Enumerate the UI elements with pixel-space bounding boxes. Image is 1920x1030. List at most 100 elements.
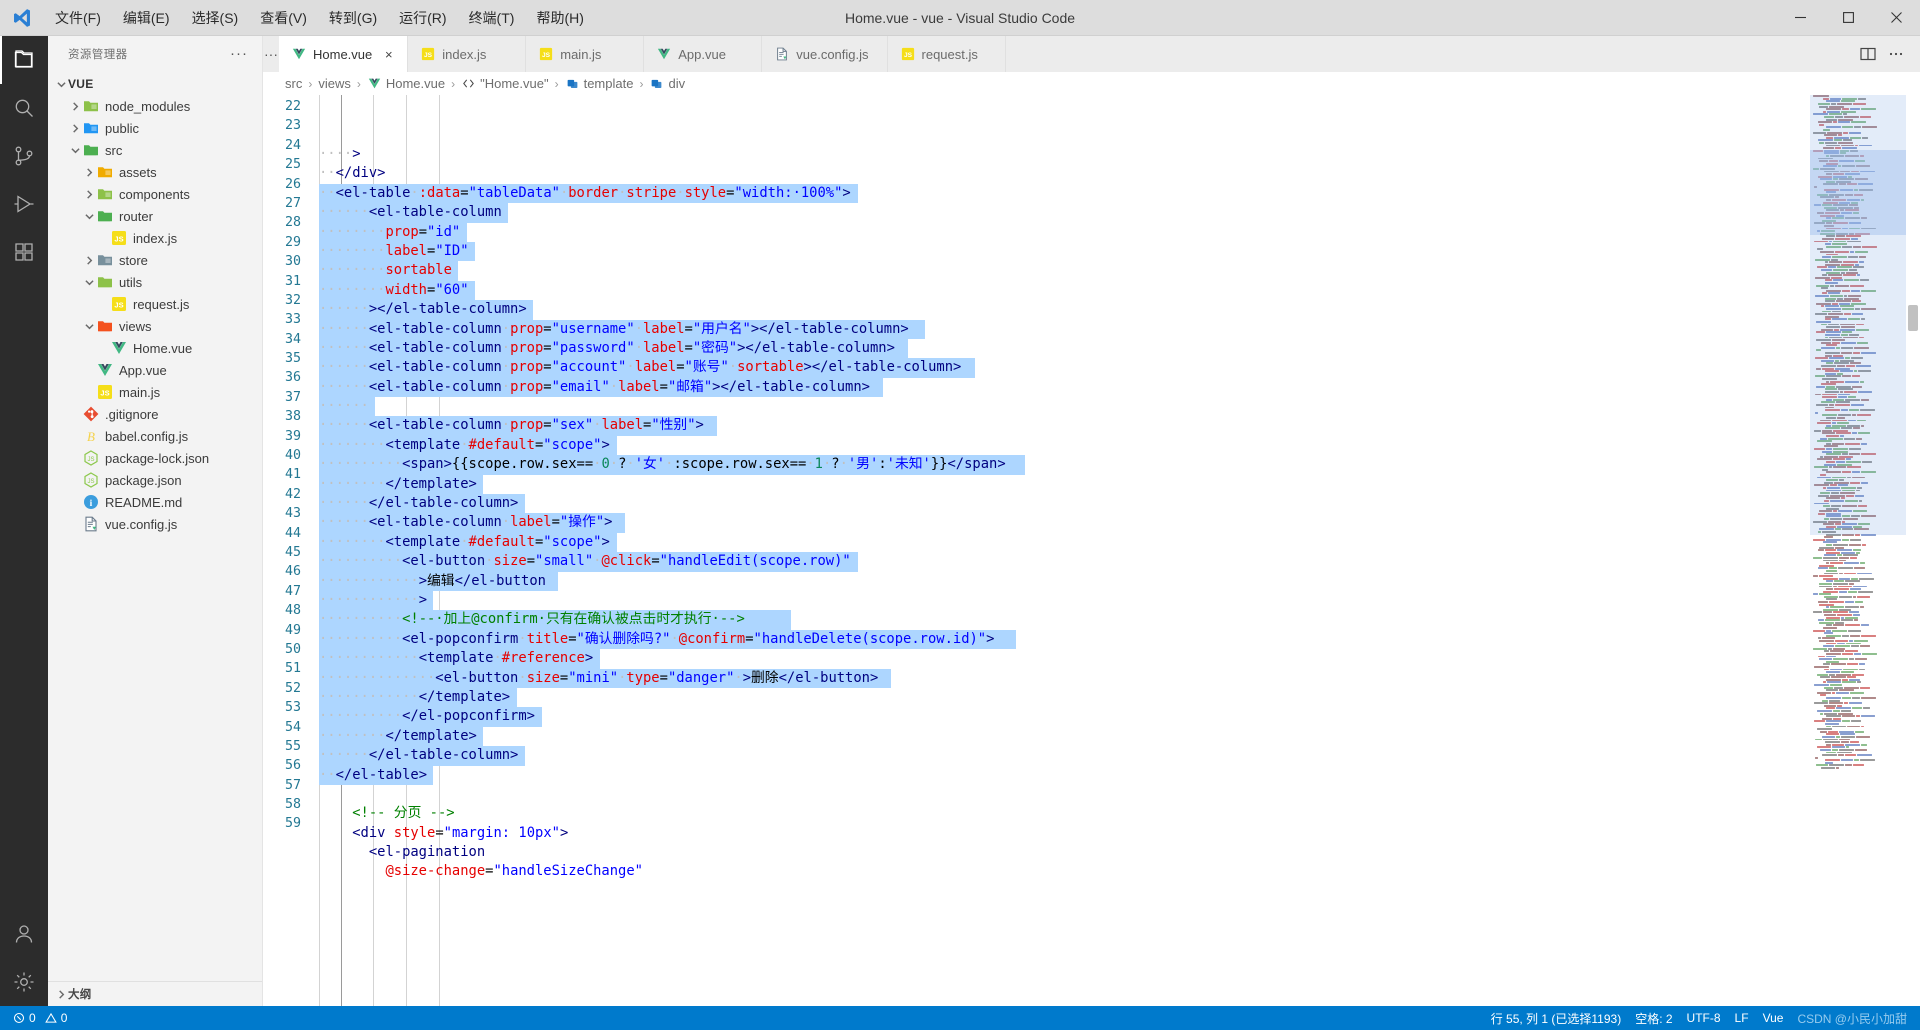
tree-root-vue[interactable]: VUE (48, 73, 262, 95)
problems-status[interactable]: 0 0 (6, 1006, 74, 1030)
code-line[interactable]: ············> (319, 590, 1920, 611)
minimize-button[interactable] (1776, 0, 1824, 36)
more-actions-icon[interactable] (1882, 39, 1910, 69)
code-line[interactable]: ······<el-table-column·prop="sex"·label=… (319, 416, 1920, 436)
tree-item-readme-md[interactable]: i README.md (48, 491, 262, 513)
tab-vue-config-js[interactable]: vue.config.js (762, 36, 888, 72)
settings-gear-icon[interactable] (0, 958, 48, 1006)
accounts-icon[interactable] (0, 910, 48, 958)
code-line[interactable]: ······<el-table-column·prop="password"·l… (319, 338, 1920, 359)
tree-item-views[interactable]: views (48, 315, 262, 337)
indentation-status[interactable]: 空格: 2 (1628, 1006, 1679, 1030)
status-bar[interactable]: 0 0 行 55, 列 1 (已选择1193) 空格: 2 UTF-8 LF V… (0, 1006, 1920, 1030)
breadcrumb-item-div[interactable]: div (649, 76, 685, 91)
outline-row[interactable]: 大纲 (48, 982, 262, 1006)
tree-item-request-js[interactable]: JS request.js (48, 293, 262, 315)
menu-selection[interactable]: 选择(S) (181, 0, 250, 36)
code-content[interactable]: ····> ··</div> ··<el-table·:data="tableDat… (319, 95, 1920, 1006)
menu-help[interactable]: 帮助(H) (525, 0, 594, 36)
code-line[interactable]: ········</template> (319, 726, 1920, 747)
tree-item-home-vue[interactable]: Home.vue (48, 337, 262, 359)
tab-close-icon[interactable]: × (380, 46, 397, 63)
close-button[interactable] (1872, 0, 1920, 36)
code-line[interactable]: ······<el-table-column·prop="username"·l… (319, 319, 1920, 339)
code-line[interactable]: ········width="60" (319, 280, 1920, 301)
code-line[interactable]: <!-- 分页 --> (319, 804, 1920, 823)
tree-item--gitignore[interactable]: .gitignore (48, 403, 262, 425)
code-line[interactable]: ········sortable (319, 261, 1920, 281)
maximize-button[interactable] (1824, 0, 1872, 36)
code-line[interactable]: <el-pagination (319, 843, 1920, 862)
code-line[interactable]: ··········<span>{{scope.row.sex==·0·?·'女… (319, 455, 1920, 475)
code-editor[interactable]: 22 23 24 25 26 27 28 29 30 31 32 33 34 35 36 37 38 39 40 41… (263, 95, 1920, 1006)
tree-item-index-js[interactable]: JS index.js (48, 227, 262, 249)
menu-terminal[interactable]: 终端(T) (458, 0, 526, 36)
code-line[interactable]: ··············<el-button·size="mini"·typ… (319, 668, 1920, 688)
extensions-icon[interactable] (0, 228, 48, 276)
tree-item-package-json[interactable]: JS package.json (48, 469, 262, 491)
code-line[interactable]: ········</template> (319, 474, 1920, 495)
menu-view[interactable]: 查看(V) (249, 0, 318, 36)
menu-edit[interactable]: 编辑(E) (112, 0, 181, 36)
run-debug-icon[interactable] (0, 180, 48, 228)
menu-run[interactable]: 运行(R) (388, 0, 457, 36)
breadcrumb-item-views[interactable]: views (318, 76, 351, 91)
tree-item-assets[interactable]: assets (48, 161, 262, 183)
tree-item-router[interactable]: router (48, 205, 262, 227)
menu-bar[interactable]: 文件(F) 编辑(E) 选择(S) 查看(V) 转到(G) 运行(R) 终端(T… (44, 0, 595, 36)
tree-item-node-modules[interactable]: node_modules (48, 95, 262, 117)
code-line[interactable]: ············</template> (319, 687, 1920, 708)
tabs-overflow-icon[interactable]: ··· (263, 36, 279, 72)
language-mode-status[interactable]: Vue (1756, 1006, 1791, 1030)
code-line[interactable]: ············<template·#reference> (319, 649, 1920, 669)
code-line[interactable]: ········label="ID" (319, 241, 1920, 262)
tree-item-utils[interactable]: utils (48, 271, 262, 293)
code-line[interactable]: ··········<el-button·size="small"·@click… (319, 552, 1920, 572)
file-tree[interactable]: VUE node_modules public src assets component… (48, 71, 262, 981)
tree-item-app-vue[interactable]: App.vue (48, 359, 262, 381)
breadcrumb-item-template[interactable]: template (565, 76, 633, 91)
code-line[interactable]: ··</div> (319, 164, 1920, 183)
breadcrumb-item--home-vue-[interactable]: "Home.vue" (461, 76, 549, 91)
window-controls[interactable] (1776, 0, 1920, 36)
code-line[interactable]: @size-change="handleSizeChange" (319, 862, 1920, 881)
code-line[interactable] (319, 785, 1920, 804)
code-line[interactable]: ······</el-table-column> (319, 746, 1920, 766)
cursor-position[interactable]: 行 55, 列 1 (已选择1193) (1484, 1006, 1629, 1030)
tree-item-main-js[interactable]: JS main.js (48, 381, 262, 403)
code-line[interactable]: ············>编辑</el-button (319, 571, 1920, 591)
breadcrumb-item-home-vue[interactable]: Home.vue (367, 76, 445, 91)
tree-item-babel-config-js[interactable]: Bbabel.config.js (48, 425, 262, 447)
code-line[interactable]: ······></el-table-column> (319, 300, 1920, 320)
explorer-icon[interactable] (0, 36, 48, 84)
code-line[interactable]: ··········<el-popconfirm·title="确认删除吗?"·… (319, 629, 1920, 650)
activity-bar[interactable] (0, 36, 48, 1006)
tab-bar[interactable]: ··· Home.vue × JS index.js JS main.js App.vue v… (263, 36, 1920, 72)
code-line[interactable]: ········<template·#default="scope"> (319, 435, 1920, 456)
minimap[interactable] (1810, 95, 1906, 1006)
editor-actions[interactable] (1854, 36, 1920, 72)
tree-item-components[interactable]: components (48, 183, 262, 205)
code-line[interactable]: ··········</el-popconfirm> (319, 707, 1920, 727)
code-line[interactable]: ······ (319, 397, 1920, 417)
tab-index-js[interactable]: JS index.js (408, 36, 527, 72)
source-control-icon[interactable] (0, 132, 48, 180)
breadcrumb-item-src[interactable]: src (285, 76, 302, 91)
tree-item-vue-config-js[interactable]: vue.config.js (48, 513, 262, 535)
search-icon[interactable] (0, 84, 48, 132)
tabs-list[interactable]: Home.vue × JS index.js JS main.js App.vue vue.c… (279, 36, 1006, 72)
tab-app-vue[interactable]: App.vue (644, 36, 763, 72)
outline-section[interactable]: 大纲 (48, 981, 262, 1006)
encoding-status[interactable]: UTF-8 (1680, 1006, 1728, 1030)
code-line[interactable]: ······<el-table-column·prop="account"·la… (319, 358, 1920, 378)
editor-scrollbar[interactable] (1906, 95, 1920, 1006)
split-editor-icon[interactable] (1854, 39, 1882, 69)
tree-item-src[interactable]: src (48, 139, 262, 161)
code-line[interactable]: ··</el-table> (319, 765, 1920, 785)
code-line[interactable]: <div style="margin: 10px"> (319, 824, 1920, 843)
code-line[interactable]: ····> (319, 145, 1920, 164)
eol-status[interactable]: LF (1728, 1006, 1756, 1030)
tab-home-vue[interactable]: Home.vue × (279, 36, 409, 72)
code-line[interactable]: ······<el-table-column·label="操作"> (319, 513, 1920, 533)
code-line[interactable]: ······<el-table-column·prop="email"·labe… (319, 377, 1920, 398)
